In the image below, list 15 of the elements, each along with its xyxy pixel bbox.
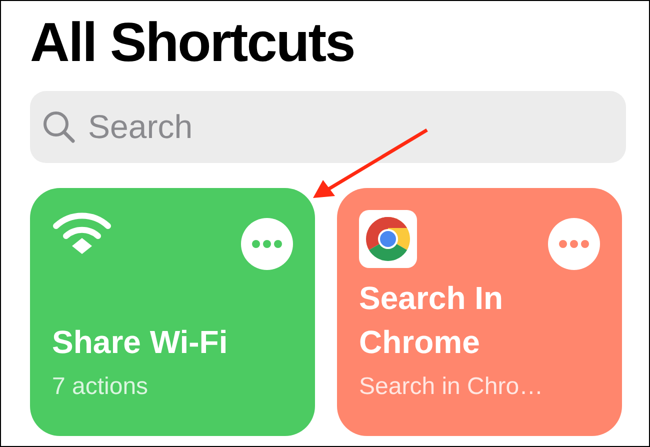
shortcut-subtitle: Search in Chro… (359, 372, 544, 402)
shortcut-title: Search In Chrome (359, 279, 504, 362)
shortcut-subtitle: 7 actions (52, 372, 148, 402)
wifi-icon (52, 210, 112, 256)
browser-app-icon (359, 210, 417, 268)
shortcut-card[interactable]: Search In Chrome Search in Chro… (337, 188, 622, 436)
ellipsis-icon (559, 240, 589, 248)
more-button[interactable] (241, 218, 293, 270)
more-button[interactable] (548, 218, 600, 270)
page-title: All Shortcuts (30, 15, 354, 70)
shortcut-card[interactable]: Share Wi-Fi 7 actions (30, 188, 315, 436)
shortcut-title: Share Wi-Fi (52, 323, 229, 362)
search-icon (42, 110, 76, 144)
search-field[interactable]: Search (30, 91, 626, 163)
ellipsis-icon (252, 240, 282, 248)
